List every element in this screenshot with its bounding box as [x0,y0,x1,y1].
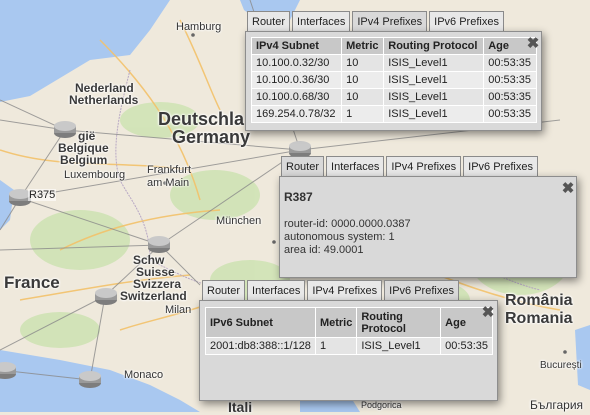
map-label-germany: Germany [172,127,251,147]
column-header-ipv6-subnet[interactable]: IPv6 Subnet [205,307,316,338]
table-row[interactable]: 10.100.0.32/30 10 ISIS_Level1 00:53:35 [250,54,537,72]
table-row[interactable]: 169.254.0.78/32 1 ISIS_Level1 00:53:35 [250,105,537,123]
map-label-deutschland: Deutschla [158,109,245,129]
map-label-monaco: Monaco [124,369,164,381]
table-row[interactable]: 10.100.0.68/30 10 ISIS_Level1 00:53:35 [250,88,537,106]
map-label-frankfurt: Frankfurt [147,164,192,176]
cell-subnet: 10.100.0.68/30 [250,88,343,106]
cell-metric: 10 [341,54,385,72]
cell-age: 00:53:35 [483,54,537,72]
tab-interfaces[interactable]: Interfaces [247,280,306,300]
tab-interfaces[interactable]: Interfaces [292,11,351,31]
close-icon[interactable]: ✖ [481,305,495,320]
cell-age: 00:53:35 [483,71,537,89]
column-header-ipv4-subnet[interactable]: IPv4 Subnet [250,37,343,55]
router-info: R387 router-id: 0000.0000.0387 autonomou… [284,191,411,257]
map-label-switzerland: Switzerland [120,289,187,303]
cell-subnet: 10.100.0.32/30 [250,54,343,72]
map-label-milano: Milan [165,304,192,316]
router-name: R387 [284,190,313,204]
map-label-france: France [4,273,60,292]
cell-protocol: ISIS_Level1 [383,71,485,89]
cell-subnet: 169.254.0.78/32 [250,105,343,123]
map-label-am-main: am Main [147,177,190,189]
tab-ipv4-prefixes[interactable]: IPv4 Prefixes [307,280,383,300]
map-label-hamburg: Hamburg [176,21,222,33]
area-id: area id: 49.0001 [284,244,364,256]
cell-metric: 10 [341,71,385,89]
cell-protocol: ISIS_Level1 [383,105,485,123]
cell-protocol: ISIS_Level1 [356,337,442,355]
map-label-romania: România [505,292,573,309]
tab-ipv4-prefixes[interactable]: IPv4 Prefixes [352,11,428,32]
tab-interfaces[interactable]: Interfaces [326,156,385,176]
cell-age: 00:53:35 [440,337,493,355]
map-label-belgium: Belgium [60,153,108,167]
cell-metric: 10 [341,88,385,106]
tab-ipv6-prefixes[interactable]: IPv6 Prefixes [429,11,504,31]
cell-protocol: ISIS_Level1 [383,88,485,106]
cell-metric: 1 [314,337,358,355]
column-header-metric[interactable]: Metric [314,307,358,338]
cell-subnet: 2001:db8:388::1/128 [205,337,316,355]
tab-router[interactable]: Router [281,156,325,177]
cell-subnet: 10.100.0.36/30 [250,71,343,89]
tab-router[interactable]: Router [202,280,246,300]
tab-ipv4-prefixes[interactable]: IPv4 Prefixes [386,156,462,176]
table-row[interactable]: 2001:db8:388::1/128 1 ISIS_Level1 00:53:… [205,337,493,355]
close-icon[interactable]: ✖ [561,181,575,196]
column-header-routing-protocol[interactable]: Routing Protocol [356,307,442,338]
map-label-romania-en: Romania [505,310,573,327]
router-label-r375[interactable]: R375 [28,189,57,201]
ipv6-prefix-table: IPv6 Subnet Metric Routing Protocol Age … [205,307,493,355]
column-header-metric[interactable]: Metric [341,37,385,55]
cell-age: 00:53:35 [483,105,537,123]
router-id: router-id: 0000.0000.0387 [284,218,411,230]
cell-age: 00:53:35 [483,88,537,106]
cell-protocol: ISIS_Level1 [383,54,485,72]
map-label-balgaria: България [530,398,584,412]
table-row[interactable]: 10.100.0.36/30 10 ISIS_Level1 00:53:35 [250,71,537,89]
map-label-munchen: München [216,215,262,227]
ipv4-window-tabs: Router Interfaces IPv4 Prefixes IPv6 Pre… [247,11,504,32]
map-label-netherlands: Netherlands [69,93,139,107]
column-header-routing-protocol[interactable]: Routing Protocol [383,37,485,55]
autonomous-system: autonomous system: 1 [284,231,395,243]
ipv4-prefix-table: IPv4 Subnet Metric Routing Protocol Age … [250,37,537,123]
tab-ipv6-prefixes[interactable]: IPv6 Prefixes [463,156,538,176]
map-label-bucuresti: București [540,360,582,371]
tab-ipv6-prefixes[interactable]: IPv6 Prefixes [384,280,459,301]
close-icon[interactable]: ✖ [526,36,540,51]
ipv6-window-tabs: Router Interfaces IPv4 Prefixes IPv6 Pre… [202,280,459,301]
cell-metric: 1 [341,105,385,123]
tab-router[interactable]: Router [247,11,291,31]
router-window-tabs: Router Interfaces IPv4 Prefixes IPv6 Pre… [281,156,538,177]
map-label-podgorica: Podgorica [361,400,402,410]
map-label-luxembourg: Luxembourg [64,169,126,181]
